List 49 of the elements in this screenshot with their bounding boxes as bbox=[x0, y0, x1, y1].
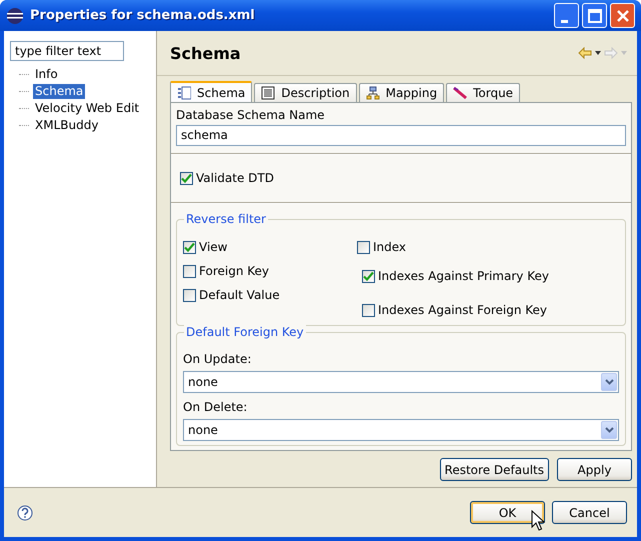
button[interactable]: Restore Defaults bbox=[440, 458, 549, 481]
tab[interactable]: Torque bbox=[446, 83, 520, 102]
checkbox-label: Foreign Key bbox=[199, 264, 269, 278]
checkbox[interactable] bbox=[362, 304, 375, 316]
close-icon bbox=[616, 8, 630, 22]
checkbox[interactable] bbox=[183, 288, 196, 302]
group-title: Reverse filter bbox=[184, 212, 268, 226]
tree-item[interactable]: XMLBuddy bbox=[33, 118, 100, 133]
field-label: On Delete: bbox=[183, 399, 248, 415]
dropdown-icon[interactable] bbox=[595, 51, 601, 55]
minimize-button[interactable] bbox=[554, 3, 579, 28]
filter-field[interactable]: type filter text bbox=[10, 41, 124, 61]
tree-item[interactable]: Velocity Web Edit bbox=[33, 101, 142, 116]
checkbox[interactable] bbox=[357, 240, 370, 254]
page-title: Schema bbox=[170, 44, 241, 62]
field-label: Database Schema Name bbox=[176, 107, 326, 123]
window-title: Properties for schema.ods.xml bbox=[30, 8, 256, 23]
field-label: On Update: bbox=[183, 351, 252, 367]
checkbox-label: View bbox=[199, 240, 228, 254]
checkbox[interactable] bbox=[183, 264, 196, 278]
eclipse-icon bbox=[6, 6, 24, 24]
schema-name-field[interactable]: schema bbox=[176, 125, 626, 146]
checkbox[interactable] bbox=[183, 240, 196, 254]
checkbox-label: Indexes Against Foreign Key bbox=[378, 303, 548, 317]
dropdown[interactable]: none bbox=[183, 419, 619, 441]
group-title: Default Foreign Key bbox=[184, 325, 306, 339]
checkbox-label: Indexes Against Primary Key bbox=[378, 269, 549, 283]
hierarchy-icon bbox=[366, 86, 380, 100]
button[interactable]: Apply bbox=[557, 458, 632, 481]
tab[interactable]: Schema bbox=[170, 81, 252, 102]
tab[interactable]: Mapping bbox=[358, 83, 444, 102]
maximize-icon bbox=[588, 8, 602, 22]
close-button[interactable] bbox=[610, 3, 635, 28]
dropdown[interactable]: none bbox=[183, 371, 619, 393]
document-icon bbox=[261, 86, 276, 100]
checkbox-label: Default Value bbox=[199, 288, 280, 302]
tree-item[interactable]: Schema bbox=[33, 84, 86, 99]
mouse-pointer-icon bbox=[531, 510, 545, 532]
help-icon[interactable] bbox=[17, 504, 33, 520]
tree-item[interactable]: Info bbox=[33, 67, 60, 82]
schema-icon bbox=[177, 86, 191, 100]
tab[interactable]: Description bbox=[254, 83, 357, 102]
maximize-button[interactable] bbox=[582, 3, 607, 28]
checkbox-label: Index bbox=[373, 240, 406, 254]
checkbox[interactable] bbox=[180, 172, 193, 184]
checkbox[interactable] bbox=[362, 270, 375, 282]
cancel-button[interactable]: Cancel bbox=[552, 501, 627, 524]
minimize-icon bbox=[560, 20, 568, 23]
checkbox-label: Validate DTD bbox=[196, 171, 274, 185]
